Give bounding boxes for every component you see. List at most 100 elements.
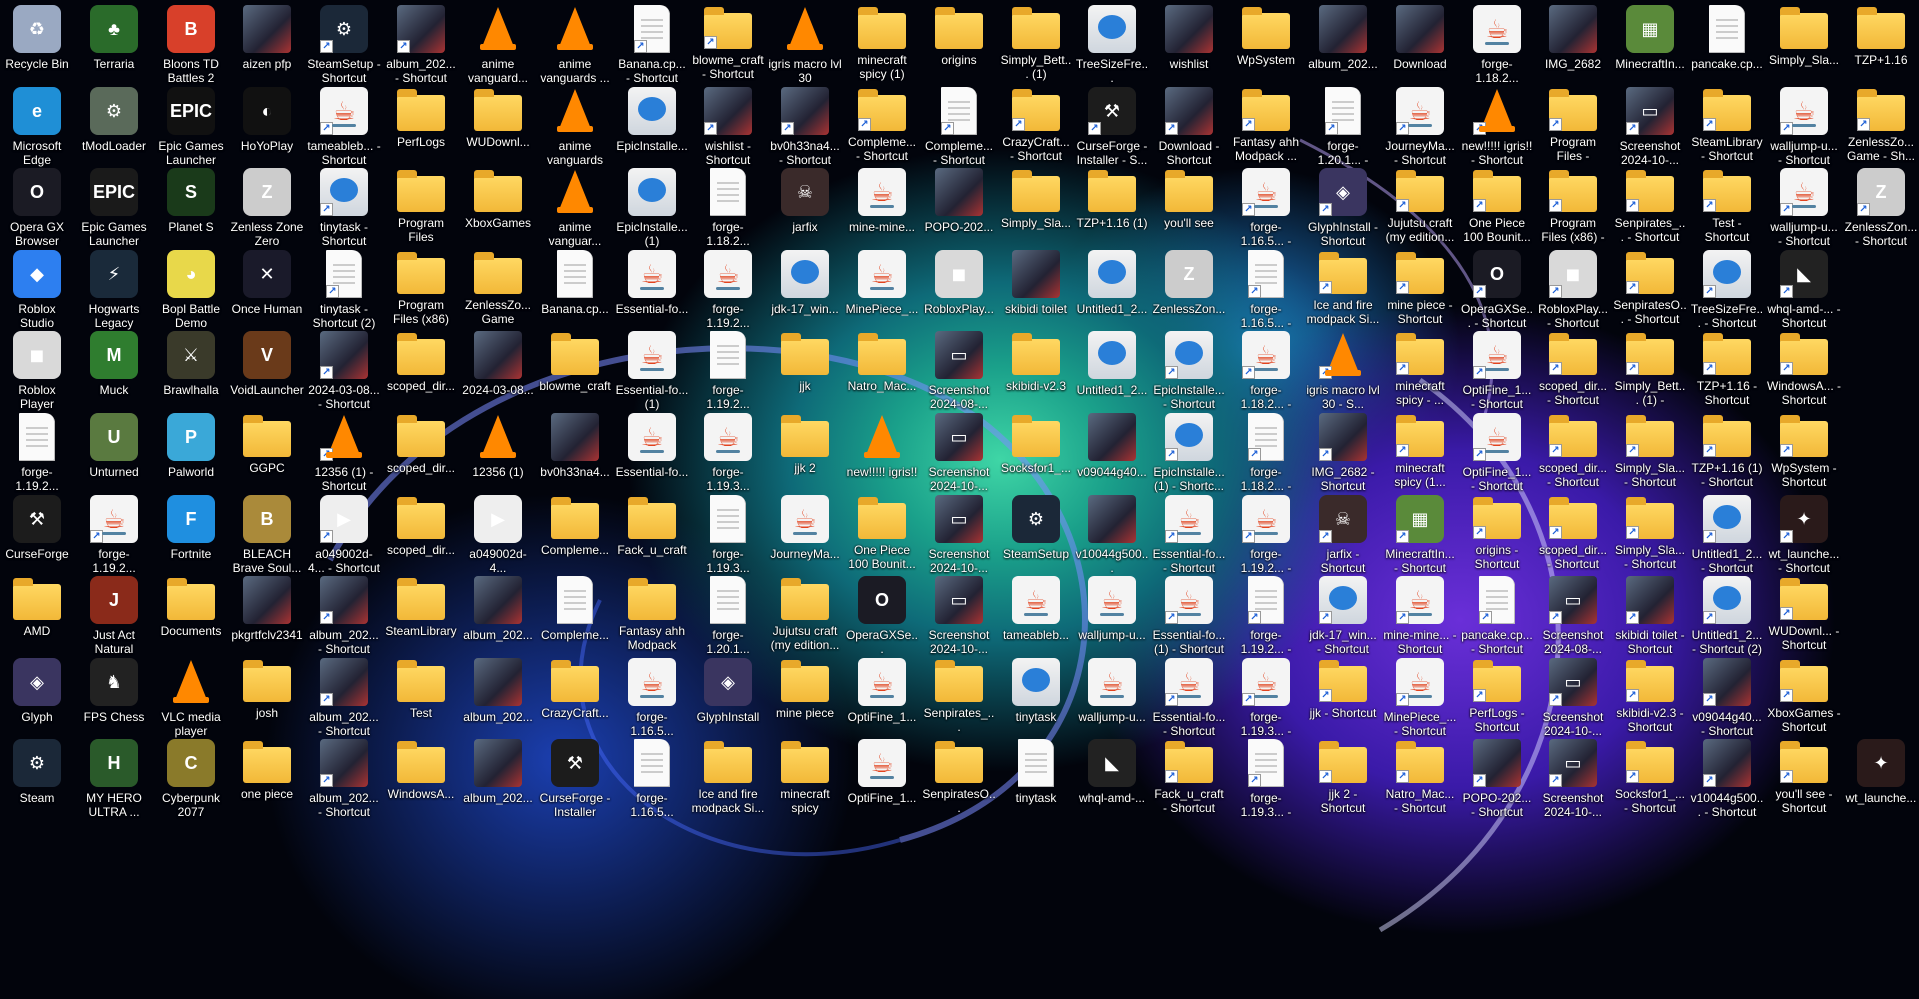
folder-icon: ↗ (1703, 89, 1751, 131)
desktop-icon-label: MinecraftIn... (1615, 57, 1685, 71)
document-icon: ↗ (1248, 576, 1284, 624)
desktop-icon[interactable]: ◣ whql-amd-... (1075, 734, 1149, 832)
desktop-icon[interactable]: ✦ wt_launche... (1844, 734, 1918, 832)
desktop-icon[interactable]: ⚒ CurseForge - Installer (538, 734, 612, 832)
folder-icon (551, 497, 599, 539)
desktop-icon-label: SenpiratesO... - Shortcut (1613, 298, 1687, 326)
shortcut-arrow-icon: ↗ (320, 203, 333, 216)
folder-icon: ↗ (1780, 660, 1828, 702)
shortcut-arrow-icon: ↗ (1319, 770, 1332, 783)
desktop-icon[interactable]: Z ↗ ZenlessZon... - Shortcut (1844, 163, 1918, 261)
shortcut-arrow-icon: ↗ (1479, 611, 1492, 624)
desktop-icon-label: Just Act Natural (92, 628, 136, 656)
shortcut-arrow-icon: ↗ (1549, 693, 1562, 706)
desktop-icon-label: Program Files (397, 216, 444, 244)
desktop-icon-label: Compleme... (540, 628, 610, 642)
desktop-icon[interactable]: forge-1.16.5... (615, 734, 689, 832)
desktop-icon[interactable]: H MY HERO ULTRA ... (77, 734, 151, 832)
desktop-icon-label: OperaGXSe... (845, 628, 919, 656)
desktop-icon-label: Terraria (93, 57, 135, 71)
brawlhalla-icon: ⚔ (167, 331, 215, 379)
image-icon (1165, 5, 1213, 53)
bopl-icon: ◕ (167, 250, 215, 298)
desktop-icon-label: Simply_Sla... - Shortcut (1614, 461, 1686, 489)
desktop-icon-label: skibidi toilet - Shortcut (1615, 628, 1685, 656)
shortcut-arrow-icon: ↗ (1165, 693, 1178, 706)
desktop-icon-label: OptiFine_1... - Shortcut (1462, 465, 1532, 493)
desktop-icon-label: One Piece 100 Bounit... (1463, 216, 1531, 244)
desktop-icon[interactable]: ↗ jjk 2 - Shortcut (1306, 734, 1380, 832)
desktop-icon[interactable]: ↗ Natro_Mac... - Shortcut (1383, 734, 1457, 832)
desktop-icon-label: Screenshot 2024-10-... (928, 628, 990, 656)
desktop-icon-label: SteamLibrary - Shortcut (1691, 135, 1763, 163)
map-icon: ✈ (1088, 250, 1136, 298)
shortcut-arrow-icon: ↗ (1319, 203, 1332, 216)
desktop-icon[interactable]: ↗ forge-1.19.3... - Shortcut (1229, 734, 1303, 832)
desktop-icon-label: Socksfor1_... - Shortcut (1614, 787, 1686, 815)
image-icon: ↗ (1703, 658, 1751, 706)
desktop-icon[interactable]: ☕ OptiFine_1... (845, 734, 919, 832)
java-icon: ☕ (704, 250, 752, 298)
desktop-icon[interactable]: ↗ v10044g500... - Shortcut (1690, 734, 1764, 832)
desktop-icon[interactable]: ↗ POPO-202... - Shortcut (1460, 734, 1534, 832)
desktop-icon[interactable]: one piece (230, 734, 304, 832)
desktop-icon[interactable]: album_202... (461, 734, 535, 832)
shortcut-arrow-icon: ↗ (1780, 203, 1793, 216)
shortcut-arrow-icon: ↗ (1396, 693, 1409, 706)
installer-icon: ↗ (1165, 413, 1213, 461)
desktop-icon[interactable]: ⚙ Steam (0, 734, 74, 832)
shortcut-arrow-icon: ↗ (1242, 203, 1255, 216)
desktop-icon[interactable]: ↗ album_202... - Shortcut (307, 734, 381, 832)
desktop-icon-label: 12356 (1) (472, 465, 524, 479)
shortcut-arrow-icon: ↗ (1473, 448, 1486, 461)
recycle-bin-icon: ♻ (13, 5, 61, 53)
screenshot-icon: ▭ (935, 331, 983, 379)
desktop-icon-label: minecraft spicy (1) (857, 53, 907, 81)
document-icon (557, 576, 593, 624)
shortcut-arrow-icon: ↗ (320, 774, 333, 787)
desktop-icon-label: scoped_dir... - Shortcut (1538, 543, 1608, 571)
desktop-icon-label: minecraft spicy (780, 787, 830, 815)
shortcut-arrow-icon: ↗ (1088, 122, 1101, 135)
desktop-icon-label: WUDownl... (466, 135, 530, 149)
desktop-icon[interactable]: ↗ Fack_u_craft - Shortcut (1152, 734, 1226, 832)
desktop-icon[interactable]: Ice and fire modpack Si... (691, 734, 765, 832)
shortcut-arrow-icon: ↗ (320, 693, 333, 706)
desktop-icon[interactable]: SenpiratesO... (922, 734, 996, 832)
shortcut-arrow-icon: ↗ (1165, 448, 1178, 461)
folder-icon (397, 170, 445, 212)
desktop-icon[interactable]: WindowsA... (384, 734, 458, 832)
glyph-icon: ◈ ↗ (1319, 168, 1367, 216)
folder-icon (397, 252, 445, 294)
just-act-natural-icon: J (90, 576, 138, 624)
desktop-icon-label: Test - Shortcut (1704, 216, 1750, 244)
desktop-icon[interactable]: minecraft spicy (768, 734, 842, 832)
folder-icon (551, 660, 599, 702)
desktop-icon[interactable]: tinytask (999, 734, 1073, 832)
desktop-icon[interactable]: ↗ you'll see - Shortcut (1767, 734, 1841, 832)
vlc-icon (474, 413, 522, 461)
desktop-icon[interactable]: C Cyberpunk 2077 (154, 734, 228, 832)
desktop-icon-label: Simply_Sla... (1768, 53, 1840, 67)
desktop-icon-label: origins - Shortcut (1474, 543, 1520, 571)
vlc-icon: ↗ (320, 413, 368, 461)
java-icon: ☕ ↗ (1396, 87, 1444, 135)
folder-icon (397, 415, 445, 457)
image-icon: ↗ (397, 5, 445, 53)
desktop-icon-label: TZP+1.16 (1854, 53, 1908, 67)
shortcut-arrow-icon: ↗ (781, 122, 794, 135)
shortcut-arrow-icon: ↗ (320, 40, 333, 53)
desktop-icon-label: jjk 2 - Shortcut (1320, 787, 1366, 815)
java-icon: ☕ (1012, 576, 1060, 624)
desktop-icon[interactable]: ↗ Socksfor1_... - Shortcut (1613, 734, 1687, 832)
desktop-icon[interactable]: ▭ ↗ Screenshot 2024-10-... (1536, 734, 1610, 832)
java-icon: ☕ (628, 658, 676, 706)
folder-icon (551, 333, 599, 375)
desktop-icon-label: jdk-17_win... - Shortcut (1309, 628, 1377, 656)
desktop-icon-label: you'll see (1164, 216, 1214, 230)
edge-icon: e (13, 87, 61, 135)
document-icon (557, 250, 593, 298)
document-icon (19, 413, 55, 461)
desktop-icon-label: WindowsA... (387, 787, 455, 801)
desktop-icon-label: MY HERO ULTRA ... (86, 791, 142, 819)
